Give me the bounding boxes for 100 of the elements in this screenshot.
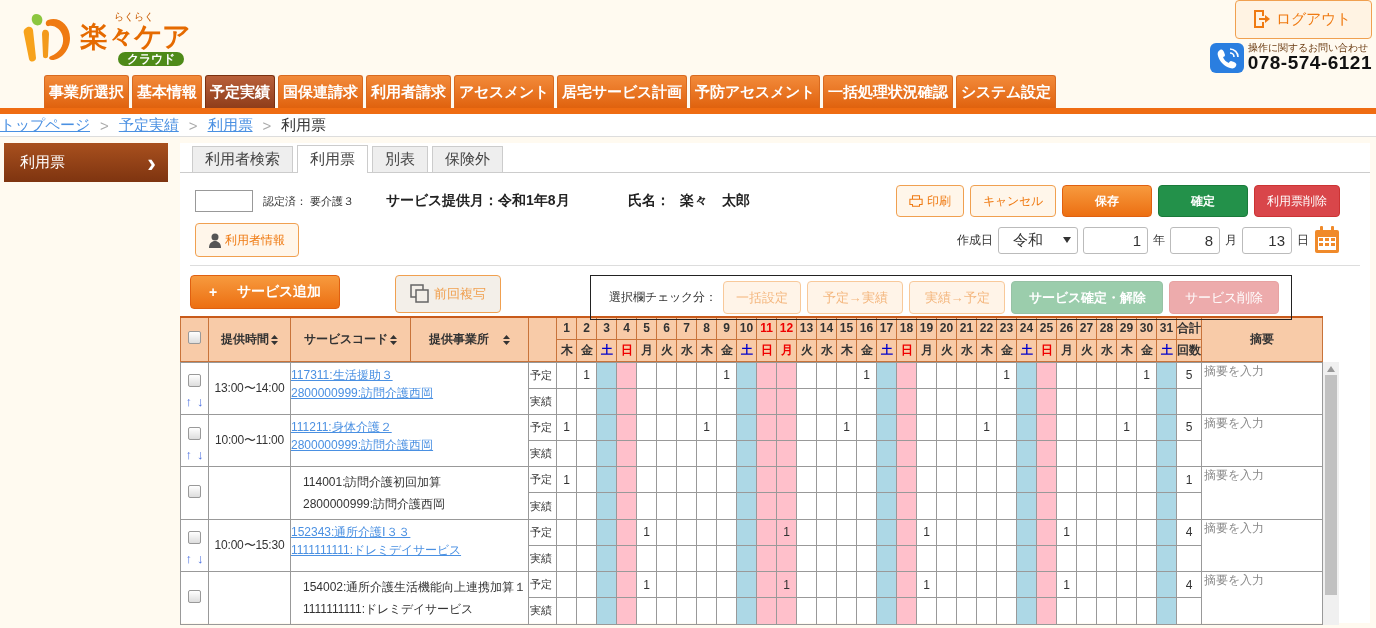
weekday-label: 木	[700, 342, 713, 357]
weekday-label: 日	[620, 342, 633, 357]
weekday-label: 日	[1040, 342, 1053, 357]
scrollbar[interactable]	[1323, 361, 1339, 625]
action-button[interactable]: 保存	[1062, 185, 1152, 217]
column-header[interactable]: 提供時間	[221, 331, 269, 346]
actual-label: 実績	[530, 604, 552, 617]
day-number: 31	[1159, 321, 1174, 336]
office-link[interactable]: 1111111111:ドレミデイサービス	[291, 540, 528, 559]
actual-label: 実績	[530, 447, 552, 460]
breadcrumb-link[interactable]: 利用票	[207, 115, 253, 135]
tab[interactable]: 利用者検索	[192, 146, 293, 172]
action-button[interactable]: 利用票削除	[1254, 185, 1340, 217]
weekday-label: 土	[740, 342, 753, 357]
weekday-label: 火	[940, 342, 953, 357]
action-button[interactable]: 印刷	[896, 185, 964, 217]
move-up-button[interactable]: ↑	[185, 447, 192, 461]
month-field[interactable]: 8	[1170, 226, 1220, 254]
add-service-button[interactable]: + サービス追加	[190, 275, 340, 309]
breadcrumb-link[interactable]: 予定実績	[118, 115, 179, 135]
nav-tab[interactable]: 国保連請求	[278, 75, 363, 108]
year-field[interactable]: 1	[1083, 226, 1148, 254]
day-count: 1	[1063, 525, 1070, 540]
nav-tab[interactable]: 居宅サービス計画	[557, 75, 687, 108]
sort-icon	[271, 334, 278, 345]
total-count: 5	[1185, 420, 1193, 435]
row-checkbox[interactable]	[188, 484, 201, 498]
office-link[interactable]: 2800000999:訪問介護西岡	[291, 383, 528, 402]
year-unit: 年	[1153, 231, 1165, 249]
weekday-label: 土	[1020, 342, 1033, 357]
nav-tab[interactable]: 基本情報	[132, 75, 202, 108]
day-count: 1	[703, 420, 710, 435]
move-up-button[interactable]: ↑	[185, 552, 192, 566]
move-down-button[interactable]: ↓	[197, 552, 204, 566]
tab[interactable]: 利用票	[297, 145, 368, 173]
nav-tab[interactable]: アセスメント	[454, 75, 554, 108]
service-code-link[interactable]: 111211:身体介護２	[291, 417, 528, 436]
day-number: 18	[899, 321, 914, 336]
day-number: 27	[1079, 321, 1094, 336]
day-number: 9	[723, 321, 730, 336]
day-field[interactable]: 13	[1242, 226, 1292, 254]
weekday-label: 水	[960, 342, 973, 357]
office-link[interactable]: 2800000999:訪問介護西岡	[291, 435, 528, 454]
action-button[interactable]: 確定	[1158, 185, 1248, 217]
logout-button[interactable]: ログアウト	[1235, 0, 1372, 39]
weekday-label: 金	[720, 342, 733, 357]
day-number: 19	[919, 321, 934, 336]
input-field[interactable]	[195, 190, 253, 212]
day-count: 1	[1123, 420, 1130, 435]
weekday-label: 水	[820, 342, 833, 357]
column-header[interactable]: 提供事業所	[429, 331, 489, 346]
move-up-button[interactable]: ↑	[185, 395, 192, 409]
tab[interactable]: 別表	[372, 146, 428, 172]
weekday-label: 土	[1160, 342, 1173, 357]
time-range: 10:00〜15:30	[214, 537, 285, 552]
move-down-button[interactable]: ↓	[197, 395, 204, 409]
tab[interactable]: 保険外	[432, 146, 503, 172]
weekday-label: 月	[1060, 342, 1073, 357]
name-label: 氏名：	[627, 192, 670, 210]
nav-tab[interactable]: 一括処理状況確認	[823, 75, 953, 108]
select-all-checkbox[interactable]	[188, 331, 201, 345]
row-checkbox[interactable]	[188, 589, 201, 603]
service-code-link[interactable]: 152343:通所介護Ⅰ３３	[291, 522, 528, 541]
weekday-label: 金	[860, 342, 873, 357]
caret-icon	[1063, 237, 1071, 243]
nav-tab[interactable]: 予防アセスメント	[690, 75, 820, 108]
weekday-label: 火	[1080, 342, 1093, 357]
weekday-label: 日	[760, 342, 773, 357]
office-name: 1111111111:ドレミデイサービス	[303, 600, 475, 618]
printer-icon	[909, 194, 923, 208]
action-button[interactable]: キャンセル	[970, 185, 1056, 217]
weekday-label: 土	[880, 342, 893, 357]
service-code-link[interactable]: 117311:生活援助３	[291, 365, 528, 384]
actual-label: 実績	[530, 499, 552, 512]
user-info-button[interactable]: 利用者情報	[195, 223, 299, 257]
breadcrumb-separator: >	[100, 116, 109, 134]
weekday-label: 水	[680, 342, 693, 357]
weekday-label: 金	[1140, 342, 1153, 357]
weekday-label: 日	[900, 342, 913, 357]
nav-tab[interactable]: 予定実績	[205, 75, 275, 108]
day-count: 1	[643, 577, 650, 592]
era-select[interactable]: 令和	[998, 226, 1078, 254]
breadcrumb-link[interactable]: トップページ	[0, 115, 90, 135]
row-checkbox[interactable]	[188, 426, 201, 440]
total-count: 1	[1185, 472, 1193, 487]
move-down-button[interactable]: ↓	[197, 447, 204, 461]
day-number: 4	[623, 321, 630, 336]
nav-tab[interactable]: 事業所選択	[44, 75, 129, 108]
nav-tab[interactable]: 利用者請求	[366, 75, 451, 108]
weekday-label: 水	[1100, 342, 1113, 357]
row-checkbox[interactable]	[188, 531, 201, 545]
plan-label: 予定	[530, 420, 552, 433]
office-name: 2800000999:訪問介護西岡	[303, 495, 447, 513]
sidebar-item[interactable]: 利用票 ›	[4, 143, 168, 182]
day-number: 10	[739, 321, 754, 336]
day-count: 1	[643, 525, 650, 540]
time-range: 13:00〜14:00	[214, 380, 285, 395]
nav-tab[interactable]: システム設定	[956, 75, 1056, 108]
row-checkbox[interactable]	[188, 374, 201, 388]
column-header: 摘要	[1250, 331, 1274, 346]
